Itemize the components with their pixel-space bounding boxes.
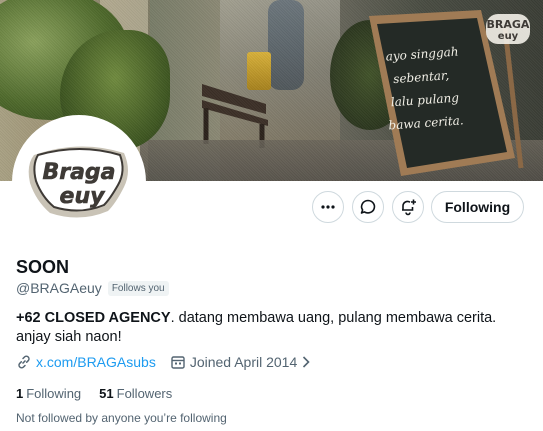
followers-label: Followers [116, 386, 173, 401]
profile-website-link[interactable]: x.com/BRAGAsubs [36, 354, 156, 370]
followers-count: 51 [99, 386, 114, 401]
follows-you-badge: Follows you [107, 280, 169, 296]
bio-agency-text: +62 CLOSED AGENCY [16, 310, 171, 326]
svg-text:euy: euy [60, 184, 107, 209]
banner-brand-logo: BRAGA euy [486, 14, 530, 44]
profile-meta: x.com/BRAGAsubs Joined April 2014 [16, 354, 311, 370]
joined-date: Joined April 2014 [189, 354, 298, 370]
svg-text:BRAGA: BRAGA [487, 18, 530, 31]
more-button[interactable] [312, 191, 344, 223]
handle-row: @BRAGAeuy Follows you [16, 280, 169, 296]
following-button[interactable]: Following [431, 191, 524, 223]
message-bubble-icon [360, 199, 376, 214]
profile-name: SOON [16, 257, 70, 277]
notifications-button[interactable] [392, 191, 424, 223]
profile-bio: +62 CLOSED AGENCY. datang membawa uang, … [16, 309, 531, 347]
calendar-icon [170, 354, 186, 370]
following-count: 1 [16, 386, 24, 401]
profile-stats: 1 Following 51 Followers [16, 386, 172, 401]
profile-handle: @BRAGAeuy [16, 280, 102, 296]
svg-text:Braga: Braga [42, 160, 115, 185]
chalkboard-text: ayo singgah sebentar, lalu pulang bawa c… [385, 39, 491, 138]
link-icon [16, 354, 32, 370]
following-stat[interactable]: 1 Following [16, 386, 81, 401]
followers-stat[interactable]: 51 Followers [99, 386, 172, 401]
chevron-right-icon[interactable] [301, 355, 311, 369]
bell-plus-icon [402, 199, 416, 216]
not-followed-note: Not followed by anyone you’re following [16, 411, 227, 425]
svg-text:euy: euy [498, 31, 519, 42]
profile-avatar[interactable]: Braga euy [12, 115, 146, 249]
avatar-logo: Braga euy [28, 146, 128, 218]
following-label: Following [26, 386, 82, 401]
more-dots-icon [321, 205, 335, 209]
message-button[interactable] [352, 191, 384, 223]
